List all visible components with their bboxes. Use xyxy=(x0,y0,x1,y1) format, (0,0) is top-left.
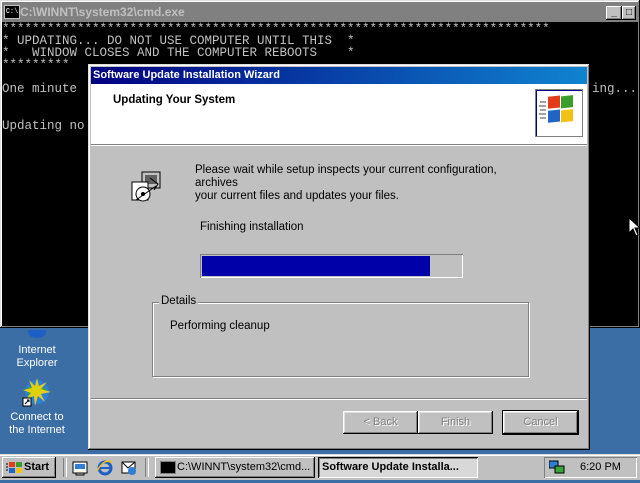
taskbar-button-wizard[interactable]: Software Update Installa... xyxy=(318,457,478,478)
show-desktop-icon[interactable] xyxy=(72,459,89,476)
taskbar-separator xyxy=(63,458,67,477)
mouse-cursor-icon xyxy=(628,216,640,240)
console-line: One minute xyxy=(2,82,78,96)
setup-computer-icon xyxy=(128,170,164,206)
cmd-app-icon[interactable]: C:\ xyxy=(4,5,20,19)
footer-divider xyxy=(91,398,587,400)
desktop-icon-label: Connect to xyxy=(10,411,64,423)
desktop-icon-label: Internet xyxy=(18,344,56,356)
wizard-titlebar[interactable]: Software Update Installation Wizard xyxy=(91,67,587,84)
wizard-message: Please wait while setup inspects your cu… xyxy=(195,164,535,203)
details-label: Details xyxy=(159,295,199,307)
start-button[interactable]: Start xyxy=(2,457,56,478)
message-line: Please wait while setup inspects your cu… xyxy=(195,164,497,189)
wizard-dialog[interactable]: Software Update Installation Wizard Upda… xyxy=(88,64,590,450)
desktop-icon-connect-internet[interactable]: Connect to the Internet xyxy=(0,376,75,437)
outlook-express-icon[interactable] xyxy=(120,459,137,476)
connect-to-internet-icon xyxy=(21,376,53,408)
system-tray: 6:20 PM xyxy=(544,457,637,478)
console-line: Updating no xyxy=(2,119,85,133)
install-status: Finishing installation xyxy=(200,221,304,233)
finish-button[interactable]: Finish xyxy=(418,411,493,434)
task-label: C:\WINNT\system32\cmd... xyxy=(177,461,311,473)
internet-explorer-quicklaunch-icon[interactable] xyxy=(96,459,113,476)
wizard-header-title: Updating Your System xyxy=(113,94,236,106)
console-line: ********* xyxy=(2,58,70,72)
internet-explorer-icon xyxy=(21,326,53,340)
taskbar-separator xyxy=(145,458,149,477)
header-divider xyxy=(91,144,587,146)
task-label: Software Update Installa... xyxy=(322,461,459,473)
minimize-icon[interactable]: _ xyxy=(606,6,622,20)
message-line: your current files and updates your file… xyxy=(195,190,399,202)
taskbar-button-cmd[interactable]: C:\WINNT\system32\cmd... xyxy=(155,457,315,478)
clock: 6:20 PM xyxy=(580,461,621,473)
desktop-icon-internet-explorer[interactable]: Internet Explorer xyxy=(0,326,75,370)
taskbar: Start C:\WINNT\system32\cmd... Software … xyxy=(0,454,640,480)
back-button[interactable]: < Back xyxy=(343,411,418,434)
cmd-titlebar[interactable]: C:\ C:\WINNT\system32\cmd.exe _ □ xyxy=(2,2,638,22)
details-text: Performing cleanup xyxy=(170,320,270,332)
start-label: Start xyxy=(24,461,50,473)
progress-bar xyxy=(200,254,463,278)
cancel-button[interactable]: Cancel xyxy=(502,410,579,435)
console-line-right-fragment: ing... xyxy=(592,82,638,96)
windows-logo-icon xyxy=(535,89,583,137)
maximize-icon[interactable]: □ xyxy=(622,6,636,20)
progress-bar-fill xyxy=(202,256,430,276)
desktop-icon-label: Explorer xyxy=(16,357,58,369)
wizard-title: Software Update Installation Wizard xyxy=(93,69,280,81)
cmd-title: C:\WINNT\system32\cmd.exe xyxy=(20,5,185,19)
wizard-header: Updating Your System xyxy=(91,84,587,144)
network-tray-icon[interactable] xyxy=(548,460,565,478)
cmd-task-icon xyxy=(160,461,176,474)
desktop-icon-label: the Internet xyxy=(9,424,65,436)
details-group: Details Performing cleanup xyxy=(152,295,529,377)
